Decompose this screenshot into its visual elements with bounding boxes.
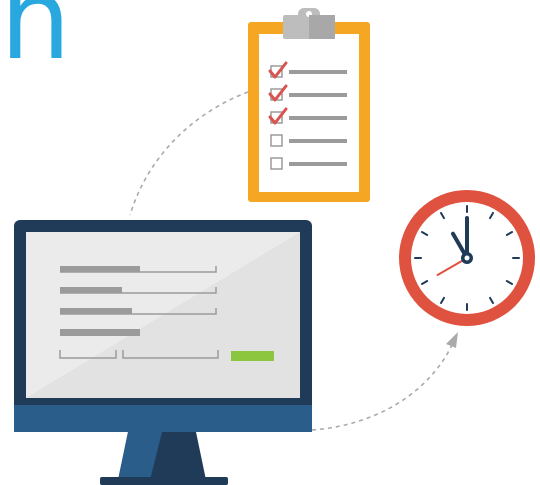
form-field-label — [60, 308, 132, 314]
checklist-line — [289, 162, 347, 166]
dashed-path-monitor-to-clock — [311, 344, 453, 431]
checklist-line — [289, 139, 347, 143]
dashed-path-clipboard-to-monitor — [129, 91, 249, 216]
submit-button — [231, 351, 274, 361]
form-field-label — [60, 266, 140, 272]
arrow-icon — [446, 332, 458, 348]
checklist-line — [289, 93, 347, 97]
checklist-line — [289, 70, 347, 74]
form-field-label — [60, 287, 122, 293]
form-field-label — [60, 329, 140, 336]
clock-icon — [399, 190, 535, 326]
clip-shade — [309, 15, 335, 39]
monitor-chin — [14, 405, 312, 432]
illustration — [14, 8, 535, 485]
clock-pivot-center — [464, 255, 470, 261]
clipboard-icon — [248, 8, 370, 202]
checklist-line — [289, 116, 347, 120]
monitor-base — [100, 477, 228, 485]
monitor-icon — [14, 220, 312, 485]
